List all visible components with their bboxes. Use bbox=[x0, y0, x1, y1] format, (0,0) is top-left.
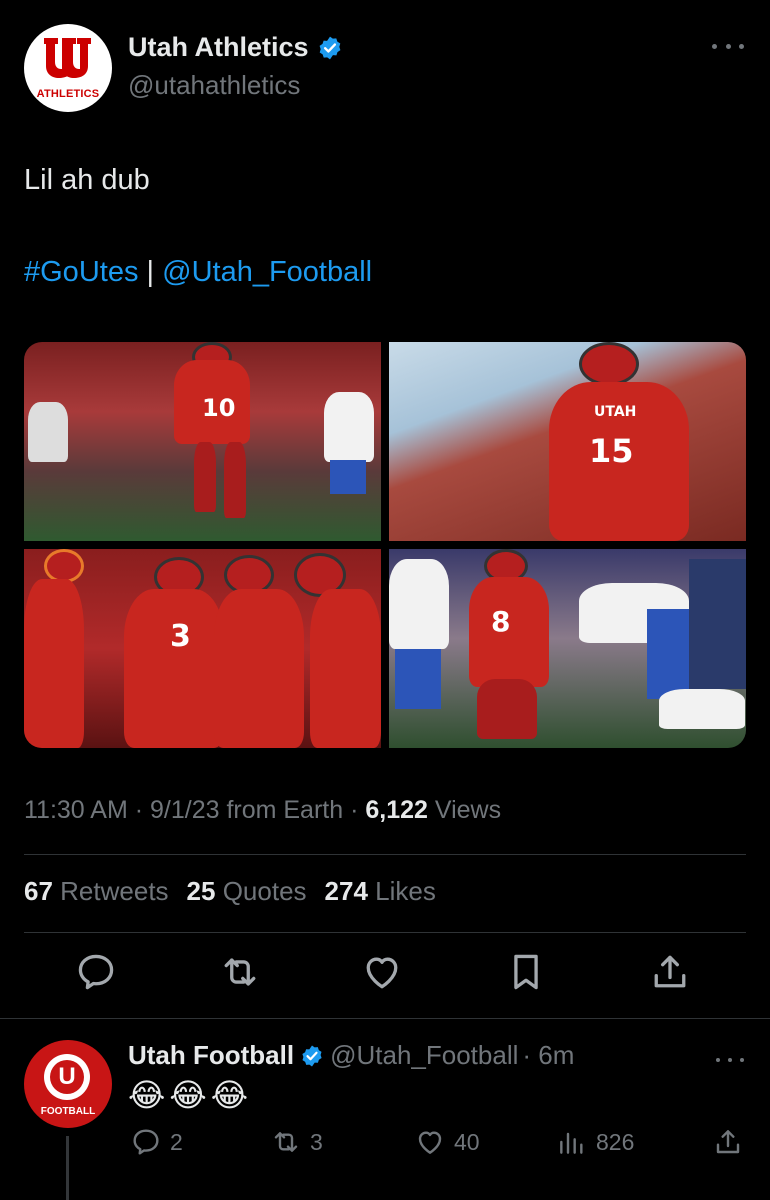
quotes-label: Quotes bbox=[222, 876, 307, 906]
verified-badge-icon bbox=[302, 1045, 322, 1066]
likes-label: Likes bbox=[375, 876, 436, 906]
photo-jersey-text: UTAH bbox=[594, 404, 637, 420]
retweet-icon[interactable] bbox=[218, 950, 262, 994]
reply-display-name[interactable]: Utah Football bbox=[128, 1040, 294, 1071]
quotes-count: 25 bbox=[186, 876, 216, 906]
reply-author-row[interactable]: Utah Football @Utah_Football · 6m bbox=[128, 1040, 574, 1071]
like-icon bbox=[418, 1131, 442, 1154]
tweet-meta: 11:30 AM · 9/1/23 from Earth · 6,122 Vie… bbox=[24, 796, 501, 825]
photo-jersey-number: 10 bbox=[202, 394, 236, 422]
avatar-label: ATHLETICS bbox=[36, 88, 100, 100]
reply-like-button[interactable]: 40 bbox=[414, 1126, 480, 1158]
reply-time[interactable]: · 6m bbox=[522, 1040, 574, 1071]
share-icon bbox=[716, 1130, 740, 1154]
reply-reply-button[interactable]: 2 bbox=[130, 1126, 183, 1158]
reply-action-bar: 2 3 40 826 bbox=[0, 1126, 770, 1166]
more-icon[interactable] bbox=[712, 36, 744, 56]
reply-text: 😂😂😂 bbox=[128, 1077, 253, 1113]
photo-4[interactable]: 8 bbox=[389, 549, 746, 748]
views-count: 826 bbox=[596, 1128, 635, 1155]
engagement-stats: 67 Retweets 25 Quotes 274 Likes bbox=[24, 876, 436, 907]
reply-share-button[interactable] bbox=[712, 1126, 752, 1158]
reply-tweet[interactable]: U FOOTBALL Utah Football @Utah_Football … bbox=[0, 1020, 770, 1200]
retweet-icon bbox=[274, 1132, 298, 1152]
utah-football-avatar[interactable]: U FOOTBALL bbox=[24, 1040, 112, 1128]
tag-separator: | bbox=[146, 256, 155, 288]
author-handle[interactable]: @utahathletics bbox=[128, 70, 300, 101]
reply-icon[interactable] bbox=[74, 950, 118, 994]
likes-stat[interactable]: 274 Likes bbox=[325, 876, 436, 907]
photo-2[interactable]: 15 UTAH bbox=[389, 342, 746, 541]
media-grid: 10 15 UTAH 3 8 bbox=[24, 342, 746, 748]
views-icon bbox=[560, 1132, 583, 1154]
more-icon[interactable] bbox=[716, 1052, 744, 1068]
utah-logo-icon bbox=[44, 38, 91, 78]
quotes-stat[interactable]: 25 Quotes bbox=[187, 876, 307, 907]
views-label: Views bbox=[427, 796, 502, 824]
retweets-stat[interactable]: 67 Retweets bbox=[24, 876, 169, 907]
author-name-row[interactable]: Utah Athletics bbox=[128, 32, 343, 63]
verified-badge-icon bbox=[319, 36, 340, 59]
retweets-count: 67 bbox=[24, 876, 53, 906]
photo-jersey-number: 15 bbox=[589, 432, 634, 470]
tweet-text: Lil ah dub bbox=[24, 164, 150, 196]
utah-athletics-avatar[interactable]: ATHLETICS bbox=[24, 24, 112, 112]
reply-views-button[interactable]: 826 bbox=[556, 1126, 634, 1158]
like-icon[interactable] bbox=[360, 950, 404, 994]
bookmark-icon[interactable] bbox=[504, 950, 548, 994]
reply-handle[interactable]: @Utah_Football bbox=[330, 1040, 518, 1071]
photo-3[interactable]: 3 bbox=[24, 549, 381, 748]
retweets-label: Retweets bbox=[60, 876, 169, 906]
tweet-timestamp[interactable]: 11:30 AM · 9/1/23 from Earth · bbox=[24, 796, 365, 824]
retweet-count: 3 bbox=[310, 1128, 323, 1155]
reply-retweet-button[interactable]: 3 bbox=[270, 1126, 323, 1158]
photo-jersey-number: 3 bbox=[170, 619, 191, 654]
tweet-tags: #GoUtes | @Utah_Football bbox=[24, 256, 372, 289]
photo-1[interactable]: 10 bbox=[24, 342, 381, 541]
photo-jersey-number: 8 bbox=[491, 605, 511, 638]
likes-count: 274 bbox=[324, 876, 368, 906]
reply-icon bbox=[133, 1129, 159, 1155]
divider bbox=[24, 932, 746, 933]
reply-count: 2 bbox=[170, 1128, 183, 1155]
avatar-label: FOOTBALL bbox=[40, 1106, 96, 1117]
divider bbox=[0, 1018, 770, 1019]
share-icon[interactable] bbox=[648, 950, 692, 994]
divider bbox=[24, 854, 746, 855]
like-count: 40 bbox=[454, 1128, 480, 1155]
avatar-letter: U bbox=[58, 1063, 76, 1090]
views-count: 6,122 bbox=[365, 796, 428, 824]
hashtag-link[interactable]: #GoUtes bbox=[24, 256, 138, 288]
mention-link[interactable]: @Utah_Football bbox=[162, 256, 372, 288]
author-display-name[interactable]: Utah Athletics bbox=[128, 32, 309, 63]
